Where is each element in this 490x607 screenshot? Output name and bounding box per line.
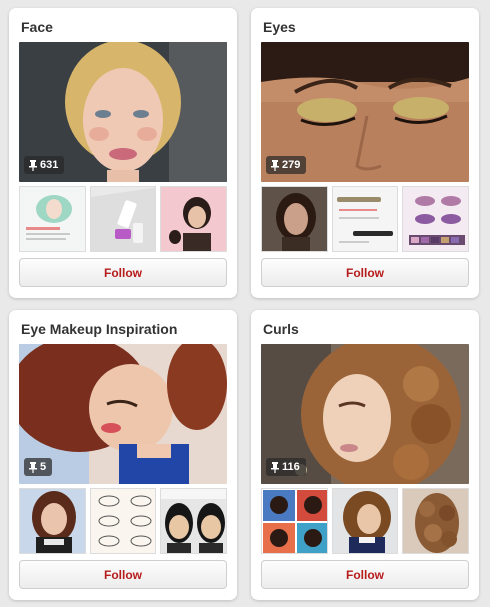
board-card-face[interactable]: Face 631 Follow — [9, 8, 237, 298]
board-thumbnails — [261, 186, 470, 252]
pin-count: 279 — [282, 159, 301, 171]
board-grid: Face 631 Follow Eyes 279 Follow Eye Make… — [0, 0, 490, 607]
pin-count: 631 — [40, 159, 59, 171]
board-title[interactable]: Eyes — [263, 19, 296, 35]
thumbnail-pin[interactable] — [19, 186, 86, 252]
follow-button[interactable]: Follow — [261, 560, 469, 589]
follow-button[interactable]: Follow — [261, 258, 469, 287]
board-cover-image[interactable]: 279 — [261, 42, 469, 182]
board-card-eye-makeup-inspiration[interactable]: Eye Makeup Inspiration 5 Follow — [9, 310, 237, 600]
board-card-eyes[interactable]: Eyes 279 Follow — [251, 8, 479, 298]
pushpin-icon — [271, 461, 279, 473]
thumbnail-pin[interactable] — [89, 186, 157, 252]
thumbnail-pin[interactable] — [331, 488, 399, 554]
thumbnail-pin[interactable] — [261, 186, 328, 252]
board-title[interactable]: Curls — [263, 321, 299, 337]
thumbnail-pin[interactable] — [261, 488, 328, 554]
pushpin-icon — [29, 461, 37, 473]
board-thumbnails — [19, 186, 228, 252]
board-title[interactable]: Eye Makeup Inspiration — [21, 321, 177, 337]
pin-count: 116 — [282, 461, 300, 473]
thumbnail-pin[interactable] — [331, 186, 399, 252]
board-thumbnails — [19, 488, 228, 554]
thumbnail-pin[interactable] — [19, 488, 86, 554]
board-title[interactable]: Face — [21, 19, 53, 35]
board-cover-image[interactable]: 116 — [261, 344, 469, 484]
board-card-curls[interactable]: Curls 116 Follow — [251, 310, 479, 600]
board-thumbnails — [261, 488, 470, 554]
pin-count-badge: 631 — [24, 156, 65, 174]
thumbnail-pin[interactable] — [402, 186, 470, 252]
pin-count-badge: 116 — [266, 458, 306, 476]
thumbnail-pin[interactable] — [89, 488, 157, 554]
pushpin-icon — [271, 159, 279, 171]
follow-button[interactable]: Follow — [19, 258, 227, 287]
follow-button[interactable]: Follow — [19, 560, 227, 589]
pin-count-badge: 279 — [266, 156, 307, 174]
pushpin-icon — [29, 159, 37, 171]
pin-count: 5 — [40, 461, 47, 473]
board-cover-image[interactable]: 631 — [19, 42, 227, 182]
board-cover-image[interactable]: 5 — [19, 344, 227, 484]
thumbnail-pin[interactable] — [160, 488, 228, 554]
thumbnail-pin[interactable] — [402, 488, 470, 554]
pin-count-badge: 5 — [24, 458, 53, 476]
thumbnail-pin[interactable] — [160, 186, 228, 252]
